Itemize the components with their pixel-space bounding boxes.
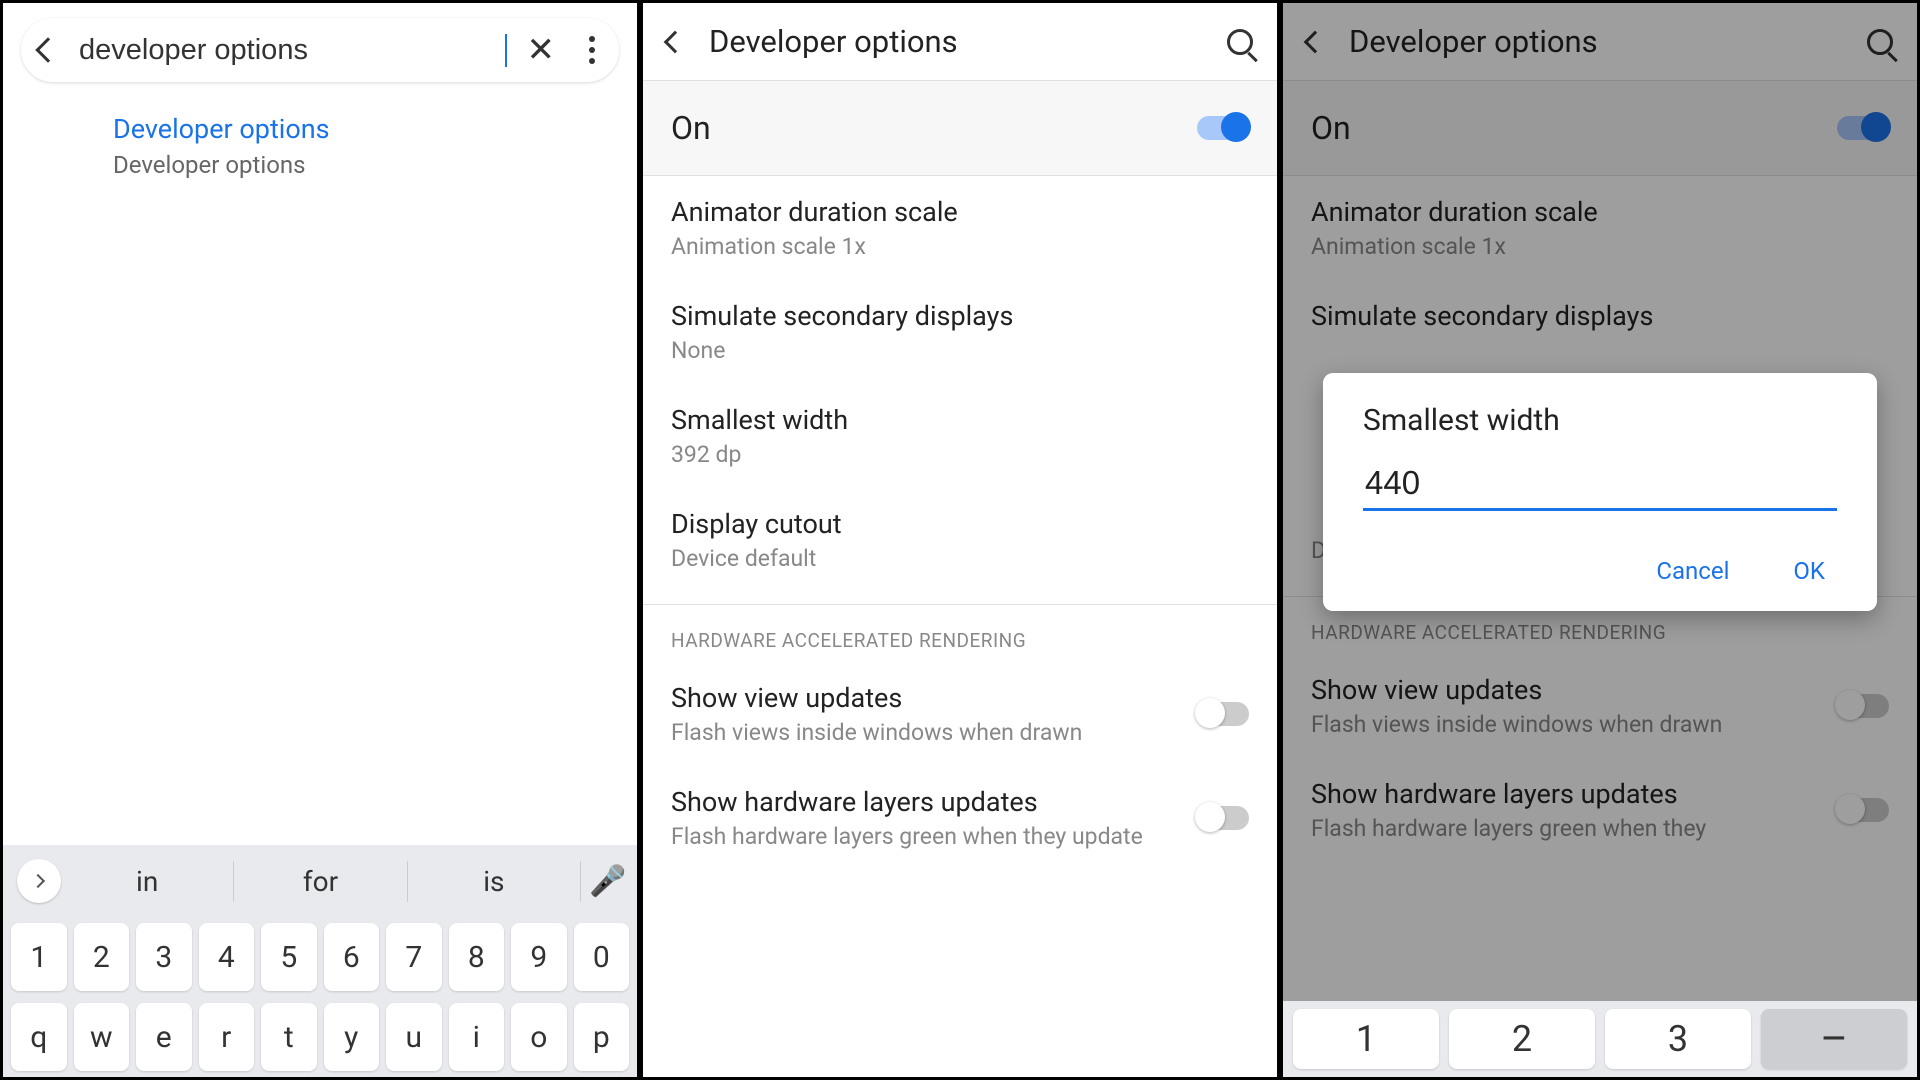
key[interactable]: 3 (136, 923, 192, 991)
back-icon[interactable] (664, 30, 687, 53)
key[interactable]: p (574, 1003, 630, 1071)
dialog-actions: Cancel OK (1363, 551, 1837, 591)
result-subtitle: Developer options (113, 151, 613, 179)
search-bar: ✕ (21, 18, 619, 82)
search-icon[interactable] (1227, 29, 1253, 55)
search-input[interactable] (79, 34, 507, 67)
width-input[interactable] (1363, 458, 1837, 511)
key[interactable]: y (324, 1003, 380, 1071)
letter-row: q w e r t y u i o p (3, 997, 637, 1077)
toggle[interactable] (1197, 806, 1249, 830)
mic-icon[interactable]: 🎤 (593, 862, 623, 900)
numkey[interactable]: 3 (1605, 1009, 1751, 1069)
expand-suggestions-icon[interactable] (17, 859, 61, 903)
toggle[interactable] (1197, 702, 1249, 726)
key[interactable]: e (136, 1003, 192, 1071)
key[interactable]: 8 (449, 923, 505, 991)
dialog-title: Smallest width (1363, 403, 1837, 438)
key[interactable]: 2 (74, 923, 130, 991)
cancel-button[interactable]: Cancel (1644, 551, 1741, 591)
keyboard: in for is 🎤 1 2 3 4 5 6 7 8 9 0 q w e r … (3, 845, 637, 1077)
key[interactable]: 0 (574, 923, 630, 991)
numkey[interactable]: 2 (1449, 1009, 1595, 1069)
back-icon[interactable] (35, 37, 60, 62)
developer-options-panel: Developer options On Animator duration s… (640, 0, 1280, 1080)
overflow-menu-icon[interactable] (583, 30, 601, 70)
search-panel: ✕ Developer options Developer options in… (0, 0, 640, 1080)
key[interactable]: 5 (261, 923, 317, 991)
key[interactable]: 1 (11, 923, 67, 991)
key[interactable]: u (386, 1003, 442, 1071)
setting-animator-duration[interactable]: Animator duration scale Animation scale … (643, 176, 1277, 280)
header: Developer options (643, 3, 1277, 80)
suggestion[interactable]: for (234, 861, 407, 902)
suggestion-row: in for is 🎤 (3, 845, 637, 917)
key[interactable]: w (74, 1003, 130, 1071)
setting-smallest-width[interactable]: Smallest width 392 dp (643, 384, 1277, 488)
key[interactable]: r (199, 1003, 255, 1071)
search-result[interactable]: Developer options Developer options (3, 97, 637, 195)
setting-show-view-updates[interactable]: Show view updates Flash views inside win… (643, 662, 1277, 766)
master-toggle-row: On (643, 81, 1277, 176)
number-row: 1 2 3 4 5 6 7 8 9 0 (3, 917, 637, 997)
clear-icon[interactable]: ✕ (527, 30, 556, 70)
smallest-width-dialog: Smallest width Cancel OK (1323, 373, 1877, 611)
section-header: HARDWARE ACCELERATED RENDERING (643, 604, 1277, 662)
ok-button[interactable]: OK (1781, 551, 1837, 591)
numpad: 1 2 3 – (1283, 1001, 1917, 1077)
key[interactable]: 4 (199, 923, 255, 991)
key[interactable]: o (511, 1003, 567, 1071)
master-toggle[interactable] (1197, 116, 1249, 140)
key[interactable]: t (261, 1003, 317, 1071)
numkey[interactable]: 1 (1293, 1009, 1439, 1069)
result-title: Developer options (113, 113, 613, 145)
key[interactable]: 7 (386, 923, 442, 991)
key[interactable]: q (11, 1003, 67, 1071)
key[interactable]: 9 (511, 923, 567, 991)
key[interactable]: i (449, 1003, 505, 1071)
on-label: On (671, 109, 1197, 147)
numkey-minus[interactable]: – (1761, 1009, 1907, 1069)
setting-display-cutout[interactable]: Display cutout Device default (643, 488, 1277, 592)
page-title: Developer options (709, 23, 1227, 60)
suggestion[interactable]: is (408, 861, 581, 902)
developer-options-dialog-panel: Developer options On Animator duration s… (1280, 0, 1920, 1080)
setting-simulate-displays[interactable]: Simulate secondary displays None (643, 280, 1277, 384)
setting-show-hardware-layers[interactable]: Show hardware layers updates Flash hardw… (643, 766, 1277, 870)
suggestion[interactable]: in (61, 861, 234, 902)
settings-list: Animator duration scale Animation scale … (643, 176, 1277, 870)
key[interactable]: 6 (324, 923, 380, 991)
